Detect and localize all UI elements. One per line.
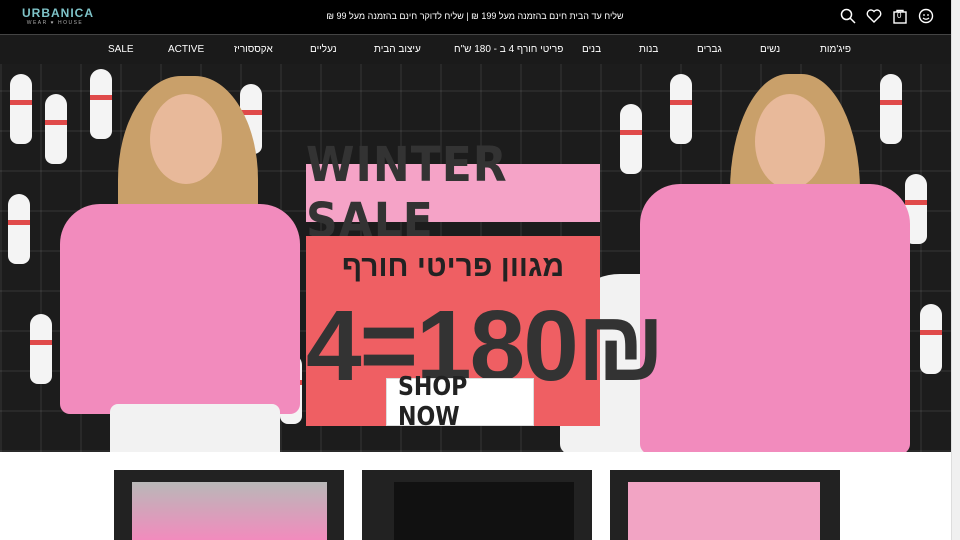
page-scrollbar[interactable] [951,0,960,540]
main-navigation: פיג'מות נשים גברים בנות בנים פריטי חורף … [0,34,952,65]
search-icon[interactable] [840,8,856,24]
bowling-pin [920,304,942,374]
nav-item-home-decor[interactable]: עיצוב הבית [374,44,421,55]
sale-subtitle: מגוון פריטי חורף [341,250,565,283]
cart-icon[interactable]: 0 [892,8,908,24]
top-bar: URBANICA WEAR ♥ HOUSE שליח עד הבית חינם … [0,0,952,34]
nav-item-active[interactable]: ACTIVE [168,44,204,55]
bowling-pin [10,74,32,144]
account-icon[interactable] [918,8,934,24]
nav-item-boys[interactable]: בנים [582,44,601,55]
bowling-pin [880,74,902,144]
bowling-pin [90,69,112,139]
nav-item-accessories[interactable]: אקססוריז [234,44,273,55]
bowling-pin [45,94,67,164]
bowling-pin [670,74,692,144]
category-image [394,482,574,540]
logo[interactable]: URBANICA WEAR ♥ HOUSE [22,6,94,29]
logo-text: URBANICA [22,6,94,20]
category-card[interactable] [610,470,840,540]
nav-item-women[interactable]: נשים [760,44,780,55]
header-icons: 0 [840,8,934,24]
nav-item-winter-deal[interactable]: פריטי חורף 4 ב - 180 ש"ח [454,44,563,55]
category-image [132,482,327,540]
shop-now-label: SHOP NOW [397,372,468,432]
announcement-text: שליח עד הבית חינם בהזמנה מעל 199 ₪ | שלי… [326,11,624,21]
category-image [628,482,820,540]
category-card[interactable] [114,470,344,540]
cart-count: 0 [897,11,902,20]
winter-sale-text: WINTER SALE [306,136,508,250]
winter-sale-title: WINTER SALE [306,137,600,249]
heart-icon[interactable] [866,8,882,24]
bowling-pin [620,104,642,174]
nav-item-shoes[interactable]: נעליים [310,44,337,55]
bowling-pin [30,314,52,384]
logo-subtitle: WEAR ♥ HOUSE [26,20,84,26]
nav-item-pajamas[interactable]: פיג'מות [820,44,851,55]
shop-now-button[interactable]: SHOP NOW [386,372,534,432]
nav-item-sale[interactable]: SALE [108,44,134,55]
bowling-pin [8,194,30,264]
nav-item-girls[interactable]: בנות [639,44,658,55]
category-card[interactable] [362,470,592,540]
nav-item-men[interactable]: גברים [697,44,722,55]
